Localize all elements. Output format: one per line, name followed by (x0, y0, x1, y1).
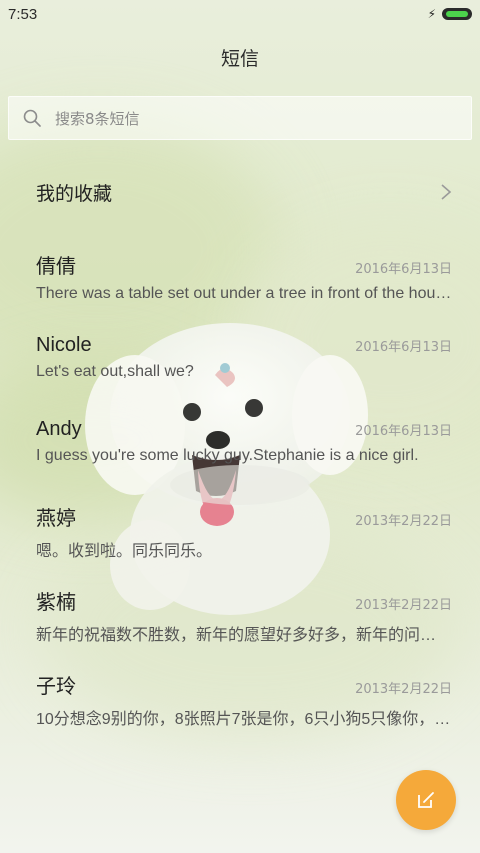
message-date: 2016年6月13日 (355, 262, 452, 277)
message-preview: I guess you're some lucky guy.Stephanie … (36, 447, 419, 464)
favorites-row[interactable]: 我的收藏 (0, 150, 480, 234)
message-preview: Let's eat out,shall we? (36, 363, 194, 380)
conversation-item[interactable]: 紫楠 2013年2月22日 新年的祝福数不胜数，新年的愿望好多好多，新年的问候送… (0, 570, 480, 654)
page-title: 短信 (220, 48, 259, 70)
conversation-list: 我的收藏 倩倩 2016年6月13日 There was a table set… (0, 150, 480, 738)
conversation-item[interactable]: 燕婷 2013年2月22日 嗯。收到啦。同乐同乐。 (0, 486, 480, 570)
battery-icon (442, 8, 472, 20)
message-date: 2013年2月22日 (355, 598, 452, 613)
message-date: 2016年6月13日 (355, 424, 452, 439)
message-date: 2013年2月22日 (355, 514, 452, 529)
status-bar: 7:53 ⚡ (0, 0, 480, 28)
message-date: 2016年6月13日 (355, 340, 452, 355)
favorites-label: 我的收藏 (36, 182, 113, 205)
status-icons: ⚡ (428, 7, 472, 21)
compose-button[interactable] (396, 770, 456, 830)
conversation-item[interactable]: Nicole 2016年6月13日 Let's eat out,shall we… (0, 318, 480, 402)
chevron-right-icon (441, 184, 452, 200)
contact-name: Andy (36, 418, 82, 440)
message-preview: 新年的祝福数不胜数，新年的愿望好多好多，新年的问候送给你 (36, 627, 452, 644)
contact-name: 倩倩 (36, 256, 76, 278)
search-bar[interactable]: 搜索8条短信 (8, 96, 472, 140)
contact-name: 紫楠 (36, 592, 76, 614)
conversation-item[interactable]: 子玲 2013年2月22日 10分想念9别的你，8张照片7张是你，6只小狗5只像… (0, 654, 480, 738)
compose-icon (418, 792, 434, 808)
contact-name: 子玲 (36, 676, 76, 698)
message-preview: 嗯。收到啦。同乐同乐。 (36, 543, 213, 560)
search-placeholder: 搜索8条短信 (55, 109, 140, 128)
message-date: 2013年2月22日 (355, 682, 452, 697)
conversation-item[interactable]: 倩倩 2016年6月13日 There was a table set out … (0, 234, 480, 318)
search-icon (23, 109, 41, 127)
status-time: 7:53 (8, 5, 38, 23)
contact-name: Nicole (36, 334, 92, 356)
bolt-icon: ⚡ (427, 7, 436, 21)
message-preview: There was a table set out under a tree i… (36, 285, 452, 302)
contact-name: 燕婷 (36, 508, 76, 530)
conversation-item[interactable]: Andy 2016年6月13日 I guess you're some luck… (0, 402, 480, 486)
message-preview: 10分想念9别的你，8张照片7张是你，6只小狗5只像你，4季变换 (36, 711, 452, 728)
